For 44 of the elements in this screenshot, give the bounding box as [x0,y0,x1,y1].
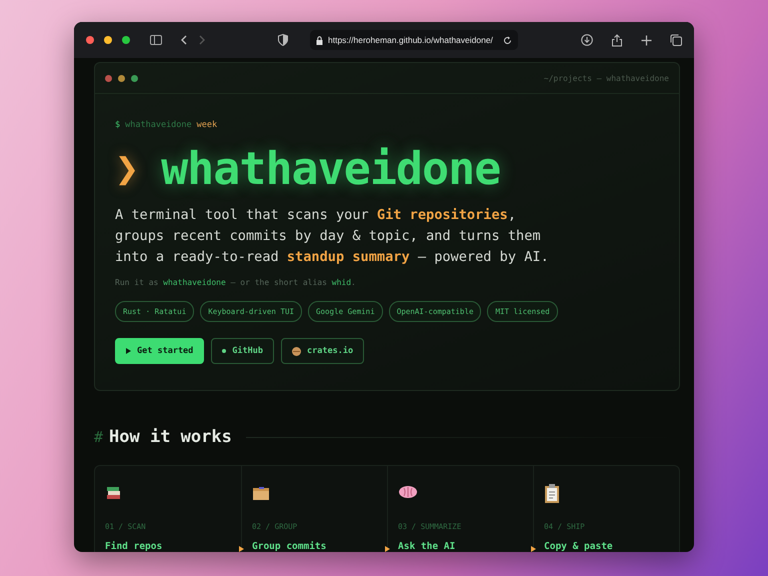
triangle-icon [239,546,244,552]
clipboard-icon [544,484,560,503]
box-icon [252,484,270,502]
lock-icon [316,36,323,44]
books-icon [105,484,123,502]
zoom-light[interactable] [122,36,130,44]
alias-note: Run it as whathaveidone — or the short alias whid. [115,278,357,287]
download-icon[interactable] [581,34,593,46]
link-button[interactable]: GitHub [211,338,274,364]
tabs-icon[interactable] [670,34,682,46]
triangle-icon [385,546,390,552]
prompt-command: whathaveidone [125,120,192,130]
chevron-glyph: ❯ [115,146,140,192]
brain-icon [398,484,418,500]
play-icon [126,348,131,354]
link-button[interactable]: crates.io [281,338,364,364]
terminal-dot [118,74,125,82]
triangle-icon [531,546,536,552]
step-title: Ask the AI [398,541,456,552]
minimize-light[interactable] [104,36,112,44]
terminal-path: ~/projects — whathaveidone [544,74,669,82]
step-title: Find repos [105,541,164,552]
package-icon [292,346,302,356]
hash-mark: # [94,428,104,446]
back-icon[interactable] [180,35,188,45]
reload-icon[interactable] [503,36,512,44]
sidebar-icon[interactable] [150,35,162,45]
url-text: https://heroheman.github.io/whathaveidone/ [328,35,493,45]
shield-icon[interactable] [278,34,288,46]
step-title: Copy & paste [544,541,614,552]
get-started-button[interactable]: Get started [115,338,204,364]
step-title: Group commits [252,541,328,552]
close-light[interactable] [86,36,94,44]
terminal-dot [105,74,112,82]
hero-title: whathaveidone [161,142,500,195]
share-icon[interactable] [611,34,623,46]
plus-icon[interactable] [641,34,652,46]
terminal-dot [131,74,138,82]
prompt-argument: week [196,120,218,130]
address-bar[interactable]: https://heroheman.github.io/whathaveidone/ [310,30,518,50]
prompt-symbol: $ [115,120,120,130]
tagline: A terminal tool that scans your Git repositories, groups recent commits by day & topic, and turns them into a ready-to-read standup summary — powered by AI. [115,206,550,267]
dot-icon [222,349,226,353]
section-title: How it works [109,427,232,447]
